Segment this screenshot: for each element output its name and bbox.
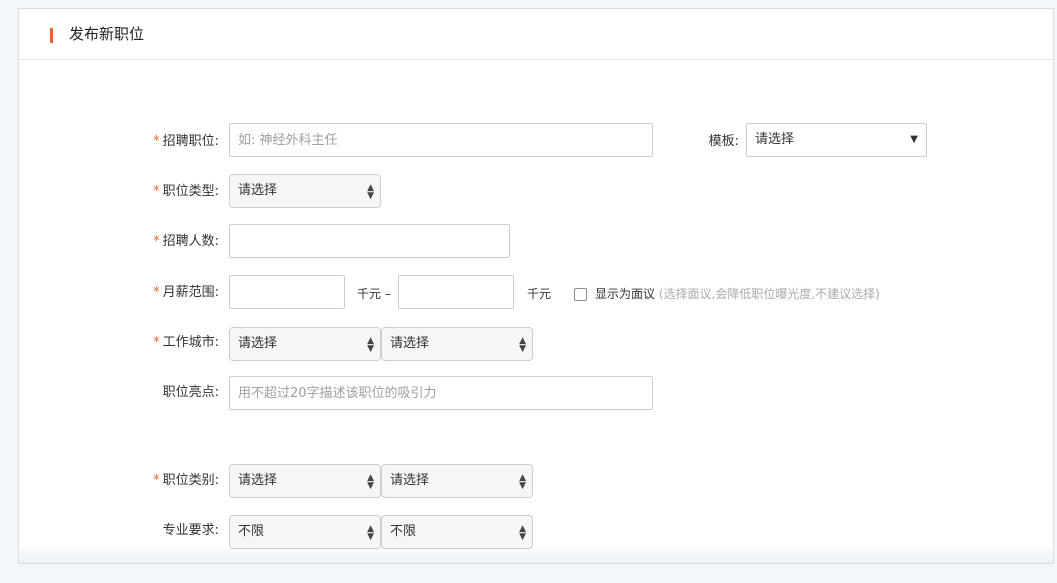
required-mark: * (153, 234, 160, 249)
category-secondary-select[interactable]: 请选择 ▲ ▼ (381, 464, 533, 498)
negotiable-text: 显示为面议 (595, 287, 656, 301)
salary-min-unit: 千元 – (357, 287, 391, 301)
major-primary-select[interactable]: 不限 ▲ ▼ (229, 515, 381, 549)
select-updown-icon: ▲ ▼ (519, 473, 526, 491)
position-type-select-value: 请选择 (238, 183, 278, 198)
city-select[interactable]: 请选择 ▲ ▼ (381, 327, 533, 361)
major-secondary-value: 不限 (390, 524, 417, 539)
salary-max-unit: 千元 (527, 287, 552, 301)
required-mark: * (153, 184, 160, 199)
category-primary-select[interactable]: 请选择 ▲ ▼ (229, 464, 381, 498)
required-mark: * (153, 335, 160, 350)
template-select[interactable]: 请选择 ▼ (746, 123, 927, 157)
city-select-value: 请选择 (390, 336, 430, 351)
position-type-label: * 职位类型: (153, 184, 219, 199)
negotiable-label: 显示为面议 (选择面议,会降低职位曝光度,不建议选择) (595, 285, 880, 303)
title-accent-bar (50, 28, 53, 43)
page-title: 发布新职位 (69, 25, 145, 43)
select-updown-icon: ▲ ▼ (367, 524, 374, 542)
position-label: * 招聘职位: (153, 134, 219, 149)
position-type-select[interactable]: 请选择 ▲ ▼ (229, 174, 381, 208)
salary-max-input[interactable] (398, 275, 514, 309)
post-job-panel: 发布新职位 *招聘职位: 模板: 请选择 ▼ *职位类型: 请选择 ▲▼ *招聘… (18, 8, 1054, 564)
select-updown-icon: ▲ ▼ (519, 336, 526, 354)
salary-label: * 月薪范围: (153, 285, 219, 300)
province-select-value: 请选择 (238, 336, 278, 351)
headcount-label: * 招聘人数: (153, 234, 219, 249)
panel-header: 发布新职位 (19, 9, 1053, 60)
scroll-fade (19, 549, 1053, 563)
select-updown-icon: ▲ ▼ (367, 473, 374, 491)
template-label: 模板: (708, 134, 739, 149)
headcount-input[interactable] (229, 224, 510, 258)
required-mark: * (153, 285, 160, 300)
select-updown-icon: ▲ ▼ (367, 336, 374, 354)
highlight-label: 职位亮点: (162, 385, 219, 400)
category-label: * 职位类别: (153, 473, 219, 488)
salary-min-input[interactable] (229, 275, 345, 309)
city-label: * 工作城市: (153, 335, 219, 350)
template-select-value: 请选择 (755, 132, 795, 147)
major-label: 专业要求: (162, 523, 219, 538)
major-primary-value: 不限 (238, 524, 265, 539)
required-mark: * (153, 134, 160, 149)
negotiable-checkbox[interactable] (574, 288, 587, 301)
select-updown-icon: ▲ ▼ (519, 524, 526, 542)
negotiable-hint: (选择面议,会降低职位曝光度,不建议选择) (658, 287, 880, 301)
category-primary-value: 请选择 (238, 473, 278, 488)
highlight-input[interactable] (229, 376, 653, 410)
required-mark: * (153, 473, 160, 488)
category-secondary-value: 请选择 (390, 473, 430, 488)
province-select[interactable]: 请选择 ▲ ▼ (229, 327, 381, 361)
caret-down-icon: ▼ (910, 134, 918, 145)
select-updown-icon: ▲ ▼ (367, 183, 374, 201)
major-secondary-select[interactable]: 不限 ▲ ▼ (381, 515, 533, 549)
